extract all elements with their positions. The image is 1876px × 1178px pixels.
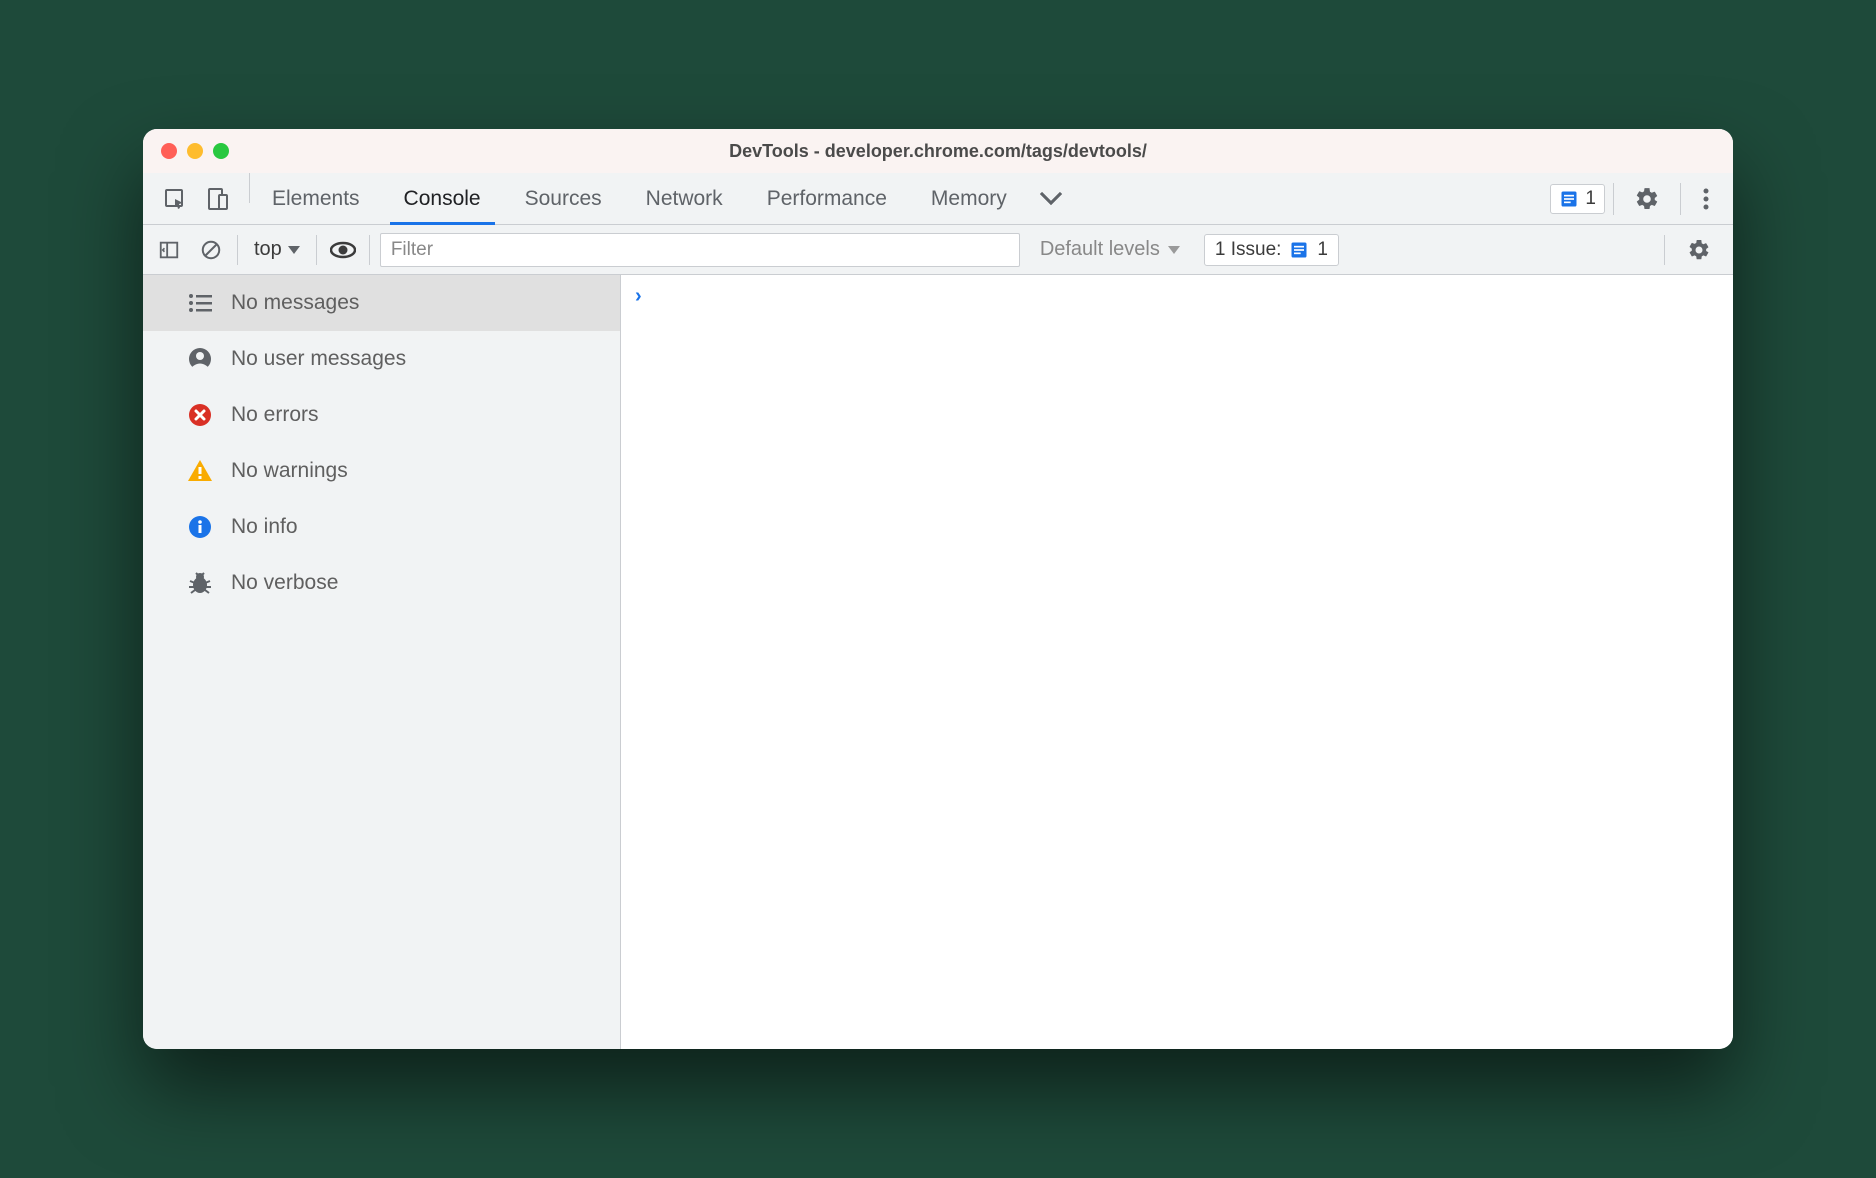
device-toolbar-icon[interactable]: [205, 187, 229, 211]
chevron-down-icon: [1168, 246, 1180, 254]
context-selector[interactable]: top: [248, 238, 306, 261]
sidebar-item-warnings[interactable]: No warnings: [143, 443, 620, 499]
console-toolbar: top Default levels 1 Issue: 1: [143, 225, 1733, 275]
console-main: No messages No user messages No errors N…: [143, 275, 1733, 1049]
info-icon: [187, 514, 213, 540]
tab-label: Sources: [525, 187, 602, 211]
separator: [1613, 183, 1614, 215]
separator: [1664, 235, 1665, 265]
user-icon: [187, 346, 213, 372]
sidebar-item-label: No errors: [231, 403, 319, 427]
tab-elements[interactable]: Elements: [250, 173, 382, 224]
more-tabs-icon[interactable]: [1029, 173, 1073, 224]
issues-badge-count: 1: [1585, 188, 1596, 210]
sidebar-item-label: No messages: [231, 291, 359, 315]
issues-badge[interactable]: 1: [1550, 184, 1605, 214]
tab-label: Network: [646, 187, 723, 211]
tab-label: Elements: [272, 187, 360, 211]
bug-icon: [187, 570, 213, 596]
titlebar: DevTools - developer.chrome.com/tags/dev…: [143, 129, 1733, 173]
tab-sources[interactable]: Sources: [503, 173, 624, 224]
live-expression-icon[interactable]: [327, 234, 359, 266]
levels-label: Default levels: [1040, 238, 1160, 261]
console-prompt-icon: ›: [635, 285, 642, 308]
tab-label: Console: [404, 187, 481, 211]
sidebar-item-errors[interactable]: No errors: [143, 387, 620, 443]
log-levels-selector[interactable]: Default levels: [1040, 238, 1180, 261]
sidebar-item-label: No info: [231, 515, 298, 539]
warning-icon: [187, 458, 213, 484]
sidebar-item-label: No user messages: [231, 347, 406, 371]
tab-label: Performance: [767, 187, 887, 211]
error-icon: [187, 402, 213, 428]
issues-label: 1 Issue:: [1215, 239, 1282, 261]
list-icon: [187, 290, 213, 316]
separator: [369, 235, 370, 265]
console-output[interactable]: ›: [621, 275, 1733, 1049]
issues-counter[interactable]: 1 Issue: 1: [1204, 234, 1339, 266]
close-window-button[interactable]: [161, 143, 177, 159]
separator: [1680, 183, 1681, 215]
console-settings-icon[interactable]: [1675, 234, 1723, 266]
tab-memory[interactable]: Memory: [909, 173, 1029, 224]
toggle-sidebar-icon[interactable]: [153, 234, 185, 266]
tab-label: Memory: [931, 187, 1007, 211]
clear-console-icon[interactable]: [195, 234, 227, 266]
traffic-lights: [143, 143, 229, 159]
settings-icon[interactable]: [1622, 186, 1672, 212]
tab-performance[interactable]: Performance: [745, 173, 909, 224]
panel-tabs: Elements Console Sources Network Perform…: [250, 173, 1029, 224]
sidebar-item-label: No warnings: [231, 459, 348, 483]
minimize-window-button[interactable]: [187, 143, 203, 159]
separator: [237, 235, 238, 265]
sidebar-item-user-messages[interactable]: No user messages: [143, 331, 620, 387]
panel-tabbar: Elements Console Sources Network Perform…: [143, 173, 1733, 225]
inspect-element-icon[interactable]: [163, 187, 187, 211]
context-label: top: [254, 238, 282, 261]
devtools-window: DevTools - developer.chrome.com/tags/dev…: [143, 129, 1733, 1049]
separator: [316, 235, 317, 265]
tab-network[interactable]: Network: [624, 173, 745, 224]
more-menu-icon[interactable]: [1689, 188, 1723, 210]
chevron-down-icon: [288, 246, 300, 254]
tab-console[interactable]: Console: [382, 173, 503, 224]
sidebar-item-verbose[interactable]: No verbose: [143, 555, 620, 611]
sidebar-item-info[interactable]: No info: [143, 499, 620, 555]
zoom-window-button[interactable]: [213, 143, 229, 159]
console-sidebar: No messages No user messages No errors N…: [143, 275, 621, 1049]
sidebar-item-label: No verbose: [231, 571, 338, 595]
issue-icon: [1289, 240, 1309, 260]
issues-count: 1: [1317, 239, 1328, 261]
sidebar-item-messages[interactable]: No messages: [143, 275, 620, 331]
filter-input[interactable]: [380, 233, 1020, 267]
window-title: DevTools - developer.chrome.com/tags/dev…: [143, 141, 1733, 162]
issue-icon: [1559, 189, 1579, 209]
